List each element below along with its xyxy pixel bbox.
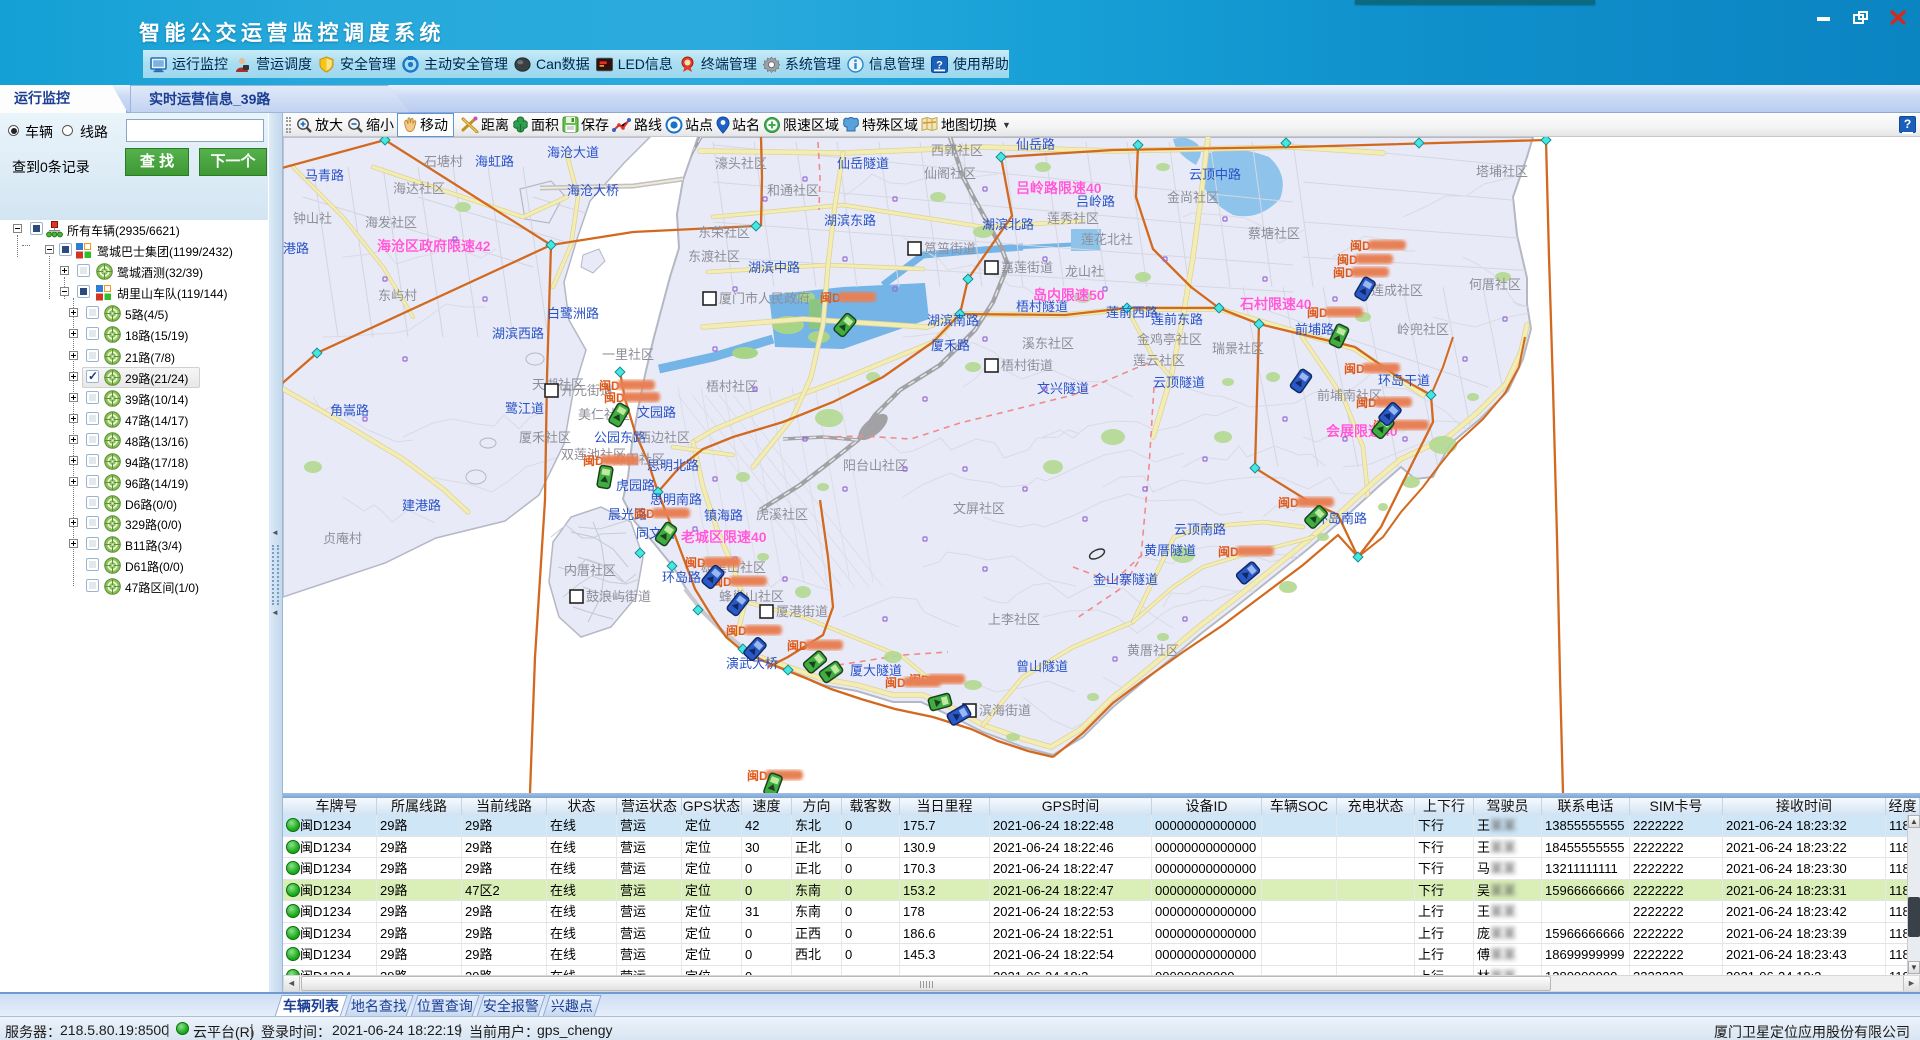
svg-text:厦禾社区: 厦禾社区 (519, 430, 571, 445)
svg-text:仙岳隧道: 仙岳隧道 (837, 156, 889, 171)
svg-text:闽D: 闽D (726, 623, 747, 638)
svg-text:瑞景社区: 瑞景社区 (1212, 341, 1264, 356)
svg-text:莲花北社: 莲花北社 (1081, 232, 1133, 247)
svg-text:文园路: 文园路 (637, 405, 676, 420)
svg-text:滨海街道: 滨海街道 (979, 703, 1031, 718)
svg-text:钟山社: 钟山社 (293, 211, 332, 226)
svg-text:莲云社区: 莲云社区 (1133, 353, 1185, 368)
svg-text:嘉莲街道: 嘉莲街道 (1001, 260, 1053, 275)
svg-text:厦禾路: 厦禾路 (931, 338, 970, 353)
svg-text:闽D: 闽D (1218, 544, 1239, 559)
svg-text:仙阁社区: 仙阁社区 (924, 166, 976, 181)
svg-text:东渡社区: 东渡社区 (688, 249, 740, 264)
svg-text:石村限速40: 石村限速40 (1239, 296, 1312, 312)
svg-text:岭兜社区: 岭兜社区 (1397, 322, 1449, 337)
svg-text:仙岳路: 仙岳路 (1016, 137, 1055, 152)
svg-text:东荣社区: 东荣社区 (698, 225, 750, 240)
svg-text:前埔路: 前埔路 (1295, 322, 1334, 337)
svg-text:湖滨南路: 湖滨南路 (927, 313, 979, 328)
svg-text:虎溪社区: 虎溪社区 (756, 507, 808, 522)
svg-text:闽D: 闽D (685, 555, 706, 570)
svg-text:筼筜街道: 筼筜街道 (924, 241, 976, 256)
svg-text:港路: 港路 (283, 241, 309, 256)
svg-text:海发社区: 海发社区 (365, 215, 417, 230)
svg-text:环岛路: 环岛路 (662, 570, 701, 585)
svg-text:文兴隧道: 文兴隧道 (1037, 381, 1089, 396)
svg-text:金鸡亭社区: 金鸡亭社区 (1137, 332, 1202, 347)
svg-text:文屏社区: 文屏社区 (953, 501, 1005, 516)
svg-text:鹭江道: 鹭江道 (505, 401, 544, 416)
svg-text:闽D: 闽D (1307, 305, 1328, 320)
svg-text:蔡塘社区: 蔡塘社区 (1248, 226, 1300, 241)
svg-text:云顶隧道: 云顶隧道 (1153, 375, 1205, 390)
svg-text:闽D: 闽D (1344, 361, 1365, 376)
svg-text:虎园路: 虎园路 (616, 478, 655, 493)
svg-text:金山寨隧道: 金山寨隧道 (1093, 572, 1158, 587)
svg-text:莲成社区: 莲成社区 (1371, 283, 1423, 298)
svg-text:思明南路: 思明南路 (650, 492, 702, 507)
svg-text:莲秀社区: 莲秀社区 (1047, 211, 1099, 226)
svg-text:西边社区: 西边社区 (638, 430, 690, 445)
svg-text:白鹭洲路: 白鹭洲路 (547, 306, 599, 321)
svg-text:闽D: 闽D (1278, 495, 1299, 510)
svg-text:角嵩路: 角嵩路 (330, 403, 369, 418)
svg-text:莲前东路: 莲前东路 (1151, 312, 1203, 327)
svg-text:吕岭路: 吕岭路 (1076, 194, 1115, 209)
svg-text:镇海路: 镇海路 (704, 508, 743, 523)
svg-text:海沧大道: 海沧大道 (547, 145, 599, 160)
svg-text:蜂巢山社区: 蜂巢山社区 (719, 589, 784, 604)
svg-text:湖滨东路: 湖滨东路 (824, 213, 876, 228)
svg-text:内厝社区: 内厝社区 (564, 563, 616, 578)
svg-text:梧村街道: 梧村街道 (1001, 358, 1053, 373)
svg-text:东屿村: 东屿村 (378, 288, 417, 303)
svg-text:闽D: 闽D (1337, 252, 1358, 267)
svg-text:闽D: 闽D (1350, 238, 1371, 253)
svg-text:梧村社区: 梧村社区 (706, 379, 758, 394)
svg-text:建港路: 建港路 (402, 498, 441, 513)
svg-text:海虹路: 海虹路 (475, 154, 514, 169)
svg-text:闽D: 闽D (1333, 265, 1354, 280)
svg-text:上李社区: 上李社区 (988, 612, 1040, 627)
svg-text:闽D: 闽D (634, 506, 655, 521)
svg-text:海达社区: 海达社区 (393, 181, 445, 196)
svg-text:阳台山社区: 阳台山社区 (843, 458, 908, 473)
svg-text:岛内限速50: 岛内限速50 (1033, 287, 1105, 303)
svg-text:黄厝隧道: 黄厝隧道 (1144, 543, 1196, 558)
svg-text:厦港街道: 厦港街道 (776, 604, 828, 619)
svg-text:海沧区政府限速42: 海沧区政府限速42 (377, 238, 491, 254)
svg-text:鼓浪屿街道: 鼓浪屿街道 (586, 589, 651, 604)
svg-text:闽D: 闽D (604, 390, 625, 405)
svg-text:黄厝社区: 黄厝社区 (1127, 643, 1179, 658)
svg-text:溪东社区: 溪东社区 (1022, 336, 1074, 351)
svg-text:闽D: 闽D (747, 768, 768, 783)
svg-text:一里社区: 一里社区 (602, 347, 654, 362)
svg-text:濠头社区: 濠头社区 (715, 156, 767, 171)
svg-text:吕岭路限速40: 吕岭路限速40 (1016, 180, 1102, 196)
svg-text:马青路: 马青路 (305, 168, 344, 183)
svg-text:塔埔社区: 塔埔社区 (1476, 164, 1528, 179)
svg-text:西郭社区: 西郭社区 (931, 143, 983, 158)
svg-text:闽D: 闽D (885, 675, 906, 690)
svg-text:湖滨中路: 湖滨中路 (748, 260, 800, 275)
svg-text:闽D: 闽D (787, 638, 808, 653)
svg-text:曾山隧道: 曾山隧道 (1016, 659, 1068, 674)
svg-text:湖滨西路: 湖滨西路 (492, 326, 544, 341)
svg-text:云顶中路: 云顶中路 (1189, 167, 1241, 182)
svg-text:闽D: 闽D (820, 290, 841, 305)
svg-text:云顶南路: 云顶南路 (1174, 522, 1226, 537)
svg-text:龙山社: 龙山社 (1065, 264, 1104, 279)
svg-text:闽D: 闽D (1356, 395, 1377, 410)
svg-text:金尚社区: 金尚社区 (1167, 190, 1219, 205)
svg-text:厦门市人民政府: 厦门市人民政府 (719, 291, 810, 306)
svg-text:海沧大桥: 海沧大桥 (567, 183, 619, 198)
svg-text:贞庵村: 贞庵村 (323, 531, 362, 546)
svg-text:湖滨北路: 湖滨北路 (982, 217, 1034, 232)
svg-text:环岛干道: 环岛干道 (1378, 373, 1430, 388)
svg-text:石塘村: 石塘村 (424, 154, 463, 169)
svg-text:何厝社区: 何厝社区 (1469, 277, 1521, 292)
svg-text:和通社区: 和通社区 (767, 183, 819, 198)
